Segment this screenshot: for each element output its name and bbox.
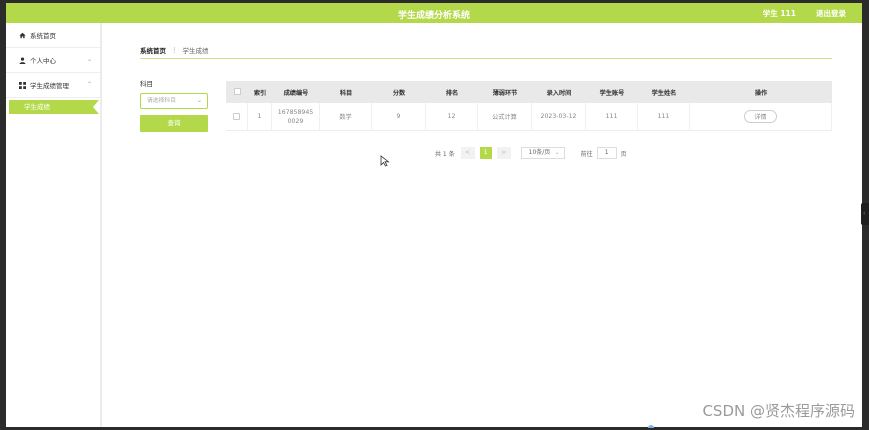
- column-header: 科目: [339, 89, 353, 97]
- sidebar-item-label: 个人中心: [30, 57, 56, 65]
- total-count: 共 1 条: [435, 150, 455, 158]
- column-header: 分数: [392, 89, 406, 97]
- sidebar-item-label: 系统首页: [30, 32, 56, 40]
- page-size-value: 10条/页: [528, 149, 551, 156]
- breadcrumb-separator: ⋮: [171, 46, 178, 54]
- sidebar: 系统首页 个人中心 ⌄ 学生成绩管理 ⌃ 学生成绩: [6, 23, 102, 427]
- query-button[interactable]: 查询: [140, 115, 208, 132]
- filter-panel: 科目 请选择科目 ⌄ 查询: [140, 78, 208, 132]
- top-bar: 学生成绩分析系统 学生 111 退出登录: [6, 3, 862, 23]
- select-all-checkbox[interactable]: [233, 87, 241, 95]
- user-icon: [18, 56, 26, 64]
- sidebar-item-profile[interactable]: 个人中心 ⌄: [6, 48, 100, 73]
- breadcrumb-current: 学生成绩: [182, 47, 209, 55]
- grid-icon: [18, 81, 26, 89]
- column-header: 薄弱环节: [492, 89, 518, 97]
- goto-page-input[interactable]: 1: [596, 147, 617, 159]
- table-row: 1 1678589450029 数学 9 12 公式计算 2023-03-12 …: [226, 102, 832, 131]
- app-window: 学生成绩分析系统 学生 111 退出登录 系统首页 个人中心 ⌄ 学生成绩管理 …: [6, 3, 862, 427]
- column-header: 学生姓名: [651, 89, 677, 97]
- cell-weakness: 公式计算: [478, 102, 532, 131]
- breadcrumb-divider: [140, 58, 832, 59]
- subject-select-placeholder: 请选择科目: [147, 98, 176, 104]
- column-header: 操作: [754, 89, 768, 97]
- app-title: 学生成绩分析系统: [397, 11, 470, 21]
- mouse-cursor-icon: [380, 155, 390, 167]
- sidebar-subitem-student-scores[interactable]: 学生成绩: [9, 100, 99, 114]
- next-page-button[interactable]: >: [496, 147, 511, 159]
- column-header: 成绩编号: [283, 89, 309, 97]
- breadcrumb-home[interactable]: 系统首页: [140, 45, 166, 55]
- goto-label: 前往: [580, 150, 593, 158]
- row-checkbox[interactable]: [233, 113, 240, 120]
- column-header: 学生账号: [599, 89, 625, 97]
- table-header: 索引 成绩编号 科目 分数 排名 薄弱环节 录入时间 学生账号 学生姓名 操作: [226, 81, 832, 103]
- watermark: CSDN @贤杰程序源码: [702, 402, 855, 420]
- page-suffix: 页: [620, 150, 627, 158]
- column-header: 录入时间: [546, 89, 572, 97]
- page-size-select[interactable]: 10条/页 ⌄: [520, 147, 565, 159]
- current-user: 学生 111: [762, 9, 796, 18]
- sidebar-item-home[interactable]: 系统首页: [6, 23, 100, 48]
- decorative-dot: [648, 425, 654, 428]
- cell-score-id: 1678589450029: [272, 102, 320, 131]
- scores-table: 索引 成绩编号 科目 分数 排名 薄弱环节 录入时间 学生账号 学生姓名 操作 …: [226, 81, 832, 131]
- column-header: 索引: [253, 89, 267, 97]
- chevron-down-icon: ⌄: [554, 149, 560, 156]
- cell-index: 1: [248, 102, 272, 131]
- main-content: 系统首页 ⋮ 学生成绩 科目 请选择科目 ⌄ 查询 索引 成绩编号 科目 分数 …: [102, 23, 862, 427]
- breadcrumb: 系统首页 ⋮ 学生成绩: [140, 45, 209, 55]
- subject-label: 科目: [140, 80, 153, 88]
- home-icon: [18, 31, 26, 39]
- detail-button[interactable]: 详情: [744, 110, 777, 123]
- chevron-down-icon: ⌄: [196, 97, 202, 104]
- cell-subject: 数学: [320, 102, 372, 131]
- cell-account: 111: [586, 102, 638, 131]
- cell-score: 9: [372, 102, 426, 131]
- prev-page-button[interactable]: <: [460, 147, 475, 159]
- sidebar-item-score-management[interactable]: 学生成绩管理 ⌃: [6, 73, 100, 98]
- page-number-button[interactable]: 1: [479, 147, 492, 159]
- chevron-down-icon: ⌄: [86, 56, 92, 63]
- sidebar-item-label: 学生成绩管理: [30, 82, 69, 90]
- column-header: 排名: [445, 89, 459, 97]
- pagination: 共 1 条 < 1 > 10条/页 ⌄ 前往 1 页: [435, 147, 627, 159]
- cell-rank: 12: [426, 102, 478, 131]
- chevron-up-icon: ⌃: [86, 81, 92, 88]
- subject-select[interactable]: 请选择科目 ⌄: [140, 93, 208, 109]
- cell-name: 111: [638, 102, 690, 131]
- cell-time: 2023-03-12: [532, 102, 586, 131]
- side-collapse-tab[interactable]: ‹: [861, 203, 869, 225]
- chevron-left-icon: ‹: [863, 210, 866, 217]
- logout-button[interactable]: 退出登录: [816, 8, 846, 19]
